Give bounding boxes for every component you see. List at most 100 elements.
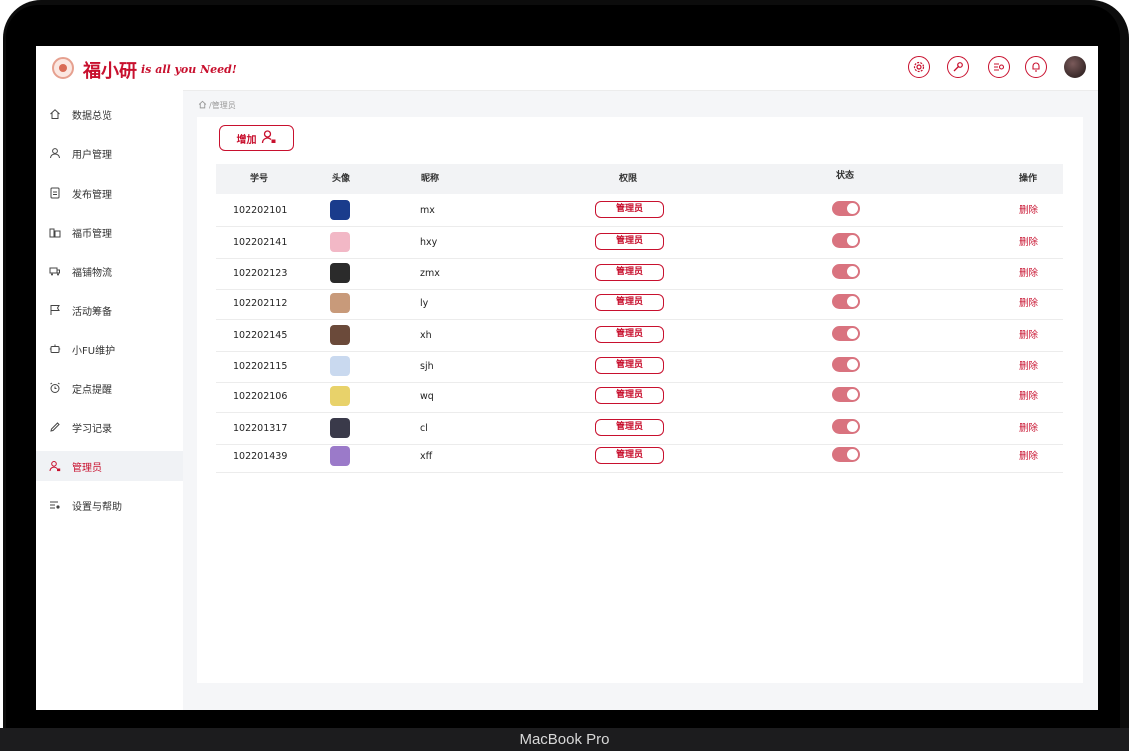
pencil-icon	[49, 421, 61, 433]
nickname: zmx	[420, 268, 440, 279]
sidebar: 数据总览 用户管理 发布管理 福币管理 福铺物流 活动筹备 小FU维护 定点提醒…	[36, 90, 183, 710]
delete-link[interactable]: 删除	[1019, 351, 1038, 382]
delete-link[interactable]: 删除	[1019, 227, 1038, 258]
coins-icon	[49, 226, 61, 238]
row-avatar	[330, 293, 350, 313]
permission-badge[interactable]: 管理员	[595, 264, 664, 281]
row-avatar	[330, 232, 350, 252]
sidebar-item-admin[interactable]: 管理员	[36, 451, 183, 481]
add-button-label: 增加	[236, 134, 257, 146]
logo-emblem-icon	[52, 57, 74, 79]
delete-link[interactable]: 删除	[1019, 195, 1038, 226]
home-icon[interactable]	[198, 100, 207, 111]
settings-list-icon	[49, 499, 61, 511]
brand-name: 福小研	[83, 61, 137, 82]
row-avatar	[330, 325, 350, 345]
sidebar-item-label: 管理员	[72, 462, 102, 474]
sidebar-item-publish[interactable]: 发布管理	[36, 178, 183, 208]
status-toggle[interactable]	[832, 201, 860, 216]
col-nickname: 昵称	[421, 174, 440, 184]
row-avatar	[330, 356, 350, 376]
wrench-icon[interactable]	[947, 56, 969, 78]
col-id: 学号	[250, 174, 269, 184]
col-status: 状态	[836, 171, 855, 181]
col-avatar: 头像	[332, 174, 351, 184]
sidebar-item-settings-help[interactable]: 设置与帮助	[36, 490, 183, 520]
sidebar-item-label: 数据总览	[72, 110, 112, 122]
sidebar-item-reminders[interactable]: 定点提醒	[36, 373, 183, 403]
student-id: 102202112	[233, 298, 288, 309]
nickname: wq	[420, 391, 434, 402]
sidebar-item-label: 福币管理	[72, 228, 112, 240]
sidebar-item-label: 活动筹备	[72, 306, 112, 318]
add-admin-button[interactable]: 增加	[219, 125, 294, 151]
delete-link[interactable]: 删除	[1019, 381, 1038, 412]
home-icon	[49, 108, 61, 120]
brand-slogan: is all you Need!	[141, 63, 237, 76]
col-action: 操作	[1019, 174, 1038, 184]
sidebar-item-study[interactable]: 学习记录	[36, 412, 183, 442]
nickname: mx	[420, 205, 435, 216]
app-screen: 福小研 is all you Need! 数据总览 用户管理 发布管理 福币管理…	[36, 46, 1098, 710]
student-id: 102201317	[233, 423, 288, 434]
row-avatar	[330, 386, 350, 406]
permission-badge[interactable]: 管理员	[595, 201, 664, 218]
sidebar-item-label: 小FU维护	[72, 345, 116, 357]
row-avatar	[330, 263, 350, 283]
student-id: 102202106	[233, 391, 288, 402]
permission-badge[interactable]: 管理员	[595, 326, 664, 343]
sidebar-item-overview[interactable]: 数据总览	[36, 99, 183, 129]
student-id: 102202101	[233, 205, 288, 216]
table-header: 学号 头像 昵称 权限 状态 操作	[216, 164, 1063, 194]
status-toggle[interactable]	[832, 387, 860, 402]
permission-badge[interactable]: 管理员	[595, 233, 664, 250]
bell-icon[interactable]	[1025, 56, 1047, 78]
status-toggle[interactable]	[832, 294, 860, 309]
table-row: 102201439 xff 管理员 删除	[216, 441, 1063, 473]
student-id: 102202141	[233, 237, 288, 248]
status-toggle[interactable]	[832, 419, 860, 434]
user-icon	[49, 147, 61, 159]
delete-link[interactable]: 删除	[1019, 288, 1038, 319]
sidebar-item-events[interactable]: 活动筹备	[36, 295, 183, 325]
status-toggle[interactable]	[832, 326, 860, 341]
search-list-icon[interactable]	[988, 56, 1010, 78]
status-toggle[interactable]	[832, 447, 860, 462]
sidebar-item-label: 用户管理	[72, 149, 112, 161]
delete-link[interactable]: 删除	[1019, 441, 1038, 472]
delete-link[interactable]: 删除	[1019, 258, 1038, 289]
document-icon	[49, 187, 61, 199]
status-toggle[interactable]	[832, 233, 860, 248]
col-permission: 权限	[619, 174, 638, 184]
delete-link[interactable]: 删除	[1019, 320, 1038, 351]
permission-badge[interactable]: 管理员	[595, 357, 664, 374]
sidebar-item-logistics[interactable]: 福铺物流	[36, 256, 183, 286]
table-row: 102202106 wq 管理员 删除	[216, 381, 1063, 413]
sidebar-item-bot[interactable]: 小FU维护	[36, 334, 183, 364]
row-avatar	[330, 200, 350, 220]
permission-badge[interactable]: 管理员	[595, 447, 664, 464]
sidebar-item-coins[interactable]: 福币管理	[36, 217, 183, 247]
settings-icon[interactable]	[908, 56, 930, 78]
sidebar-item-users[interactable]: 用户管理	[36, 138, 183, 168]
truck-icon	[49, 265, 61, 277]
student-id: 102202123	[233, 268, 288, 279]
admin-icon	[49, 460, 61, 472]
delete-link[interactable]: 删除	[1019, 413, 1038, 444]
status-toggle[interactable]	[832, 357, 860, 372]
table-row: 102202112 ly 管理员 删除	[216, 288, 1063, 320]
main-panel: 增加 学号 头像 昵称 权限 状态 操作 102202101 mx 管理员 删除 102…	[197, 117, 1083, 683]
sidebar-item-label: 学习记录	[72, 423, 112, 435]
permission-badge[interactable]: 管理员	[595, 387, 664, 404]
status-toggle[interactable]	[832, 264, 860, 279]
robot-icon	[49, 343, 61, 355]
sidebar-item-label: 设置与帮助	[72, 501, 122, 513]
student-id: 102202145	[233, 330, 288, 341]
permission-badge[interactable]: 管理员	[595, 419, 664, 436]
permission-badge[interactable]: 管理员	[595, 294, 664, 311]
nickname: ly	[420, 298, 429, 309]
table-row: 102202101 mx 管理员 删除	[216, 195, 1063, 227]
sidebar-item-label: 定点提醒	[72, 384, 112, 396]
nickname: cl	[420, 423, 428, 434]
user-avatar[interactable]	[1064, 56, 1086, 78]
